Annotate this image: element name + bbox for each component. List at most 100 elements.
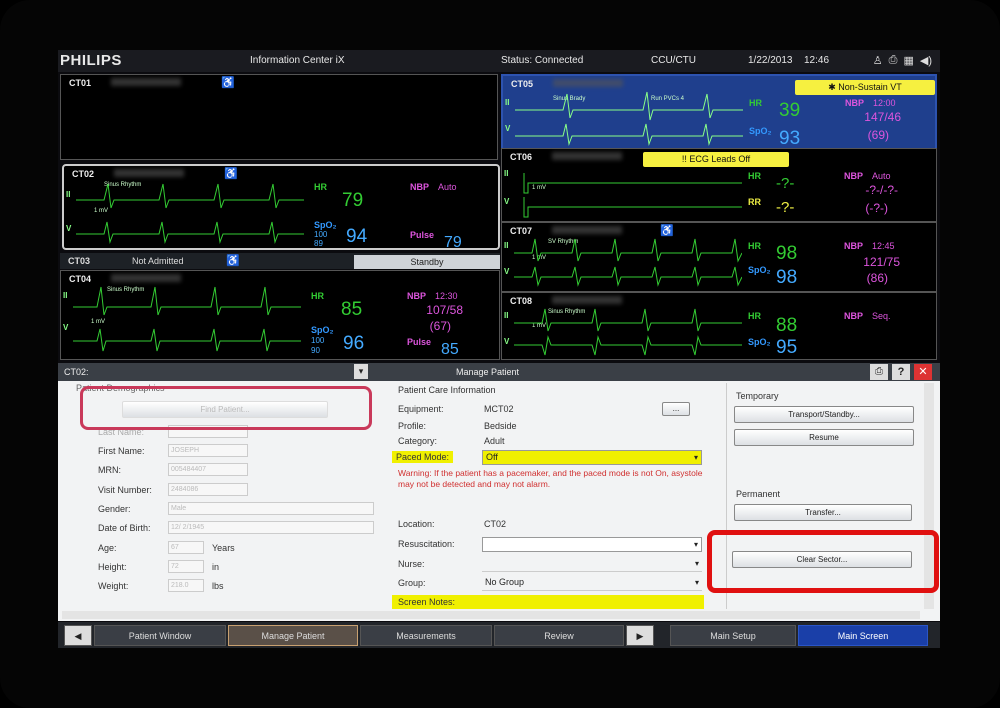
patient-name-redacted xyxy=(111,78,181,86)
nav-manage-patient[interactable]: Manage Patient xyxy=(228,625,358,646)
bed-label: CT04 xyxy=(69,274,92,284)
resuscitation-select[interactable] xyxy=(482,537,702,552)
alarm-banner-ct06[interactable]: !! ECG Leads Off xyxy=(643,152,789,167)
visit-number-field[interactable]: 2484086 xyxy=(168,483,248,496)
hr-value: 79 xyxy=(342,190,364,211)
brand-logo: PHILIPS xyxy=(60,52,122,69)
nbp-value: 121/75 xyxy=(863,255,900,269)
speaker-icon[interactable]: ◀) xyxy=(920,54,932,67)
rr-value: -?- xyxy=(776,199,795,216)
nbp-mean: (69) xyxy=(867,128,889,142)
nbp-mean: (67) xyxy=(429,319,451,333)
equipment-browse-button[interactable]: ... xyxy=(662,402,690,416)
ambulatory-icon: ♿ xyxy=(226,255,240,267)
equipment-label: Equipment: xyxy=(398,404,444,414)
alarm-banner-ct05[interactable]: ✱ Non-Sustain VT xyxy=(795,80,935,95)
nav-patient-window[interactable]: Patient Window xyxy=(94,625,226,646)
nav-main-screen[interactable]: Main Screen xyxy=(798,625,928,646)
time: 12:46 xyxy=(804,55,830,66)
spo2-label: SpO₂ xyxy=(748,265,771,275)
location-value: CT02 xyxy=(484,519,507,529)
paced-mode-select[interactable]: Off xyxy=(482,450,702,465)
age-label: Age: xyxy=(98,543,117,553)
height-unit: in xyxy=(212,562,220,572)
bed-tile-ct02[interactable]: CT02 ♿ Sinus Rhythm II 1 mV V HR 79 SpO₂… xyxy=(62,164,500,251)
spo2-high: 100 xyxy=(314,230,328,239)
gender-select[interactable]: Male xyxy=(168,502,374,515)
permanent-header: Permanent xyxy=(736,489,781,499)
resume-button[interactable]: Resume xyxy=(734,429,914,446)
nav-prev-arrow[interactable]: ◀ xyxy=(64,625,92,646)
transport-standby-button[interactable]: Transport/Standby... xyxy=(734,406,914,423)
horizontal-scrollbar[interactable] xyxy=(62,611,920,619)
spo2-value: 95 xyxy=(776,337,798,358)
nbp-value: -?-/-?- xyxy=(865,183,898,197)
system-icons: ♙ ⎙ ▦ ◀) xyxy=(873,54,932,67)
category-label: Category: xyxy=(398,436,438,446)
resuscitation-label: Resuscitation: xyxy=(398,539,455,549)
category-value: Adult xyxy=(484,436,505,446)
first-name-label: First Name: xyxy=(98,446,145,456)
equipment-value: MCT02 xyxy=(484,404,514,414)
hr-label: HR xyxy=(749,98,762,108)
printer-icon[interactable]: ⎙ xyxy=(889,54,898,67)
nav-next-arrow[interactable]: ▶ xyxy=(626,625,654,646)
spo2-value: 93 xyxy=(779,128,801,149)
panel-title-bar: CT02: ▾ Manage Patient ⎙ ? ✕ xyxy=(58,363,940,381)
mrn-field[interactable]: 005484407 xyxy=(168,463,248,476)
admit-status: Not Admitted xyxy=(132,256,184,266)
dob-field[interactable]: 12/ 2/1945 xyxy=(168,521,374,534)
transfer-button[interactable]: Transfer... xyxy=(734,504,912,521)
bed-tile-ct01[interactable]: CT01 ♿ xyxy=(60,74,498,160)
nbp-time: 12:30 xyxy=(435,291,458,301)
bed-tile-ct07[interactable]: CT07 ♿ SV Rhythm II 1 mV V HR 98 SpO₂ 98… xyxy=(501,222,937,292)
group-select[interactable]: No Group xyxy=(482,576,702,591)
nurse-label: Nurse: xyxy=(398,559,425,569)
nav-review[interactable]: Review xyxy=(494,625,624,646)
first-name-field[interactable]: JOSEPH xyxy=(168,444,248,457)
bed-tile-ct08[interactable]: CT08 Sinus Rhythm II 1 mV V HR 88 SpO₂ 9… xyxy=(501,292,937,360)
connection-status: Status: Connected xyxy=(501,55,584,66)
weight-label: Weight: xyxy=(98,581,129,591)
selected-bed: CT02: xyxy=(64,367,89,377)
bed-tile-ct04[interactable]: CT04 Sinus Rhythm II 1 mV V HR 85 SpO₂ 1… xyxy=(60,270,500,360)
screen-notes-bar[interactable]: Screen Notes: xyxy=(392,595,704,609)
hr-value: -?- xyxy=(776,175,795,192)
nbp-label: NBP xyxy=(844,171,864,181)
close-icon[interactable]: ✕ xyxy=(914,364,932,380)
print-icon[interactable]: ⎙ xyxy=(870,364,888,380)
help-icon[interactable]: ? xyxy=(892,364,910,380)
nbp-mean: (86) xyxy=(866,271,888,285)
patient-name-redacted xyxy=(553,79,623,87)
pulse-value: 85 xyxy=(441,341,459,358)
paced-mode-label: Paced Mode: xyxy=(392,451,454,463)
height-field[interactable]: 72 xyxy=(168,560,204,573)
spo2-high: 100 xyxy=(311,336,325,345)
bed-select-dropdown[interactable]: ▾ xyxy=(354,364,368,379)
visit-number-label: Visit Number: xyxy=(98,485,152,495)
patient-name-redacted xyxy=(552,152,622,160)
nav-main-setup[interactable]: Main Setup xyxy=(670,625,796,646)
hr-value: 88 xyxy=(776,315,798,336)
nbp-mode: Auto xyxy=(438,182,457,192)
pulse-label: Pulse xyxy=(410,230,435,240)
nbp-value: 147/46 xyxy=(864,110,901,124)
hr-value: 85 xyxy=(341,299,363,320)
nurse-select[interactable] xyxy=(482,557,702,572)
panel-title: Manage Patient xyxy=(456,367,520,377)
ecg-waveform-v xyxy=(514,335,742,356)
nbp-mode: Seq. xyxy=(872,311,891,321)
ecg-waveform xyxy=(76,183,304,209)
grid-icon[interactable]: ▦ xyxy=(903,54,913,67)
hr-label: HR xyxy=(748,311,761,321)
ecg-waveform-v xyxy=(514,266,742,287)
ecg-waveform-v-flat xyxy=(523,197,742,218)
clear-sector-highlight xyxy=(707,530,939,593)
weight-field[interactable]: 218.0 xyxy=(168,579,204,592)
bed-label: CT03 xyxy=(68,256,91,266)
nav-measurements[interactable]: Measurements xyxy=(360,625,492,646)
age-field[interactable]: 67 xyxy=(168,541,204,554)
bed-label: CT06 xyxy=(510,152,533,162)
person-icon[interactable]: ♙ xyxy=(873,54,883,67)
patient-name-redacted xyxy=(114,169,184,177)
